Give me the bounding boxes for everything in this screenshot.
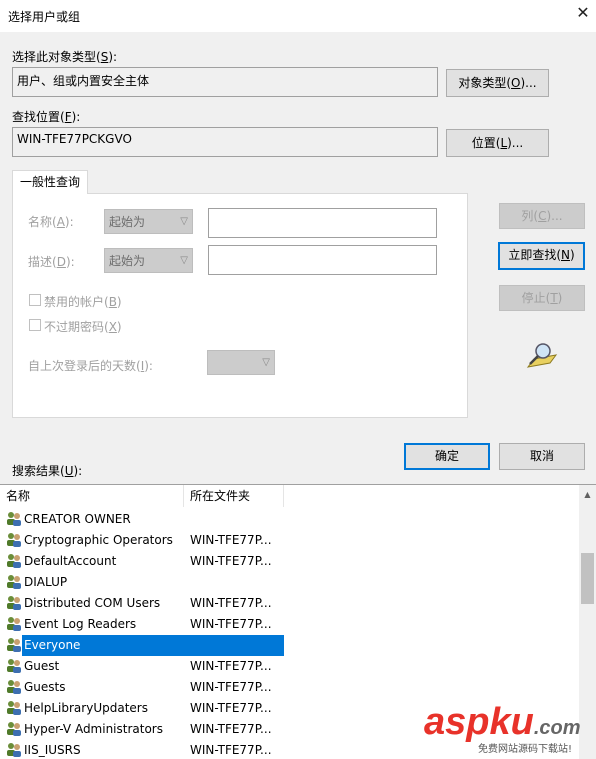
title-bar — [0, 0, 596, 32]
user-group-icon — [6, 616, 22, 632]
dialog-title: 选择用户或组 — [8, 10, 81, 24]
days-since-logon-dropdown[interactable]: ▽ — [207, 350, 275, 375]
scrollbar-thumb[interactable] — [581, 553, 594, 604]
column-header-name[interactable]: 名称 — [0, 485, 184, 507]
find-now-button[interactable]: 立即查找(N) — [498, 242, 585, 270]
list-item[interactable]: Guest WIN-TFE77P... — [0, 656, 578, 677]
location-label: 查找位置(F): — [12, 110, 81, 124]
disabled-accounts-checkbox[interactable] — [29, 294, 41, 306]
row-folder: WIN-TFE77P... — [190, 743, 272, 757]
user-group-icon — [6, 700, 22, 716]
chevron-down-icon: ▽ — [180, 255, 188, 266]
name-match-dropdown[interactable]: 起始为 ▽ — [104, 209, 193, 234]
stop-button[interactable]: 停止(T) — [499, 285, 585, 311]
row-folder: WIN-TFE77P... — [190, 722, 272, 736]
row-name: Everyone — [24, 638, 81, 652]
row-folder: WIN-TFE77P... — [190, 596, 272, 610]
user-group-icon — [6, 553, 22, 569]
user-group-icon — [6, 511, 22, 527]
list-item[interactable]: DIALUP — [0, 572, 578, 593]
non-expiring-password-checkbox[interactable] — [29, 319, 41, 331]
row-name: DefaultAccount — [24, 554, 117, 568]
description-input[interactable] — [208, 245, 437, 275]
description-label: 描述(D): — [28, 255, 75, 269]
object-types-button[interactable]: 对象类型(O)... — [446, 69, 549, 97]
list-item[interactable]: Cryptographic Operators WIN-TFE77P... — [0, 530, 578, 551]
row-name: Guests — [24, 680, 66, 694]
row-name: Guest — [24, 659, 60, 673]
row-folder: WIN-TFE77P... — [190, 617, 272, 631]
user-group-icon — [6, 742, 22, 758]
cancel-button[interactable]: 取消 — [499, 443, 585, 470]
row-name: Distributed COM Users — [24, 596, 161, 610]
scroll-up-icon[interactable]: ▲ — [579, 490, 596, 499]
column-header-folder[interactable]: 所在文件夹 — [184, 485, 284, 507]
row-name: Cryptographic Operators — [24, 533, 173, 547]
close-icon[interactable]: ✕ — [574, 4, 592, 22]
list-item[interactable]: CREATOR OWNER — [0, 509, 578, 530]
list-item[interactable]: Distributed COM Users WIN-TFE77P... — [0, 593, 578, 614]
user-group-icon — [6, 574, 22, 590]
columns-button[interactable]: 列(C)... — [499, 203, 585, 229]
list-item[interactable]: Event Log Readers WIN-TFE77P... — [0, 614, 578, 635]
row-folder: WIN-TFE77P... — [190, 701, 272, 715]
row-name: IIS_IUSRS — [24, 743, 81, 757]
non-expiring-password-label: 不过期密码(X) — [44, 320, 122, 334]
row-name: Event Log Readers — [24, 617, 137, 631]
row-folder: WIN-TFE77P... — [190, 533, 272, 547]
days-since-logon-label: 自上次登录后的天数(I): — [28, 359, 153, 373]
user-group-icon — [6, 721, 22, 737]
row-folder: WIN-TFE77P... — [190, 680, 272, 694]
locations-button[interactable]: 位置(L)... — [446, 129, 549, 157]
location-field: WIN-TFE77PCKGVO — [12, 127, 438, 157]
chevron-down-icon: ▽ — [262, 357, 270, 368]
tab-common-queries[interactable]: 一般性查询 — [12, 170, 88, 194]
chevron-down-icon: ▽ — [180, 216, 188, 227]
search-results-label: 搜索结果(U): — [12, 464, 83, 478]
user-group-icon — [6, 637, 22, 653]
ok-button[interactable]: 确定 — [404, 443, 490, 470]
row-folder: WIN-TFE77P... — [190, 659, 272, 673]
list-item[interactable]: DefaultAccount WIN-TFE77P... — [0, 551, 578, 572]
object-type-label: 选择此对象类型(S): — [12, 50, 118, 64]
name-input[interactable] — [208, 208, 437, 238]
watermark-logo: aspku.com — [424, 701, 581, 743]
description-match-dropdown[interactable]: 起始为 ▽ — [104, 248, 193, 273]
object-type-field: 用户、组或内置安全主体 — [12, 67, 438, 97]
row-name: HelpLibraryUpdaters — [24, 701, 148, 715]
list-item[interactable]: Guests WIN-TFE77P... — [0, 677, 578, 698]
vertical-scrollbar[interactable] — [579, 485, 596, 759]
user-group-icon — [6, 595, 22, 611]
search-animation-icon — [524, 341, 558, 371]
row-name: DIALUP — [24, 575, 68, 589]
user-group-icon — [6, 679, 22, 695]
watermark-tagline: 免费网站源码下载站! — [478, 744, 573, 755]
list-item[interactable]: Everyone — [0, 635, 578, 656]
name-label: 名称(A): — [28, 215, 74, 229]
user-group-icon — [6, 658, 22, 674]
row-name: Hyper-V Administrators — [24, 722, 163, 736]
row-folder: WIN-TFE77P... — [190, 554, 272, 568]
user-group-icon — [6, 532, 22, 548]
disabled-accounts-label: 禁用的帐户(B) — [44, 295, 122, 309]
row-name: CREATOR OWNER — [24, 512, 131, 526]
